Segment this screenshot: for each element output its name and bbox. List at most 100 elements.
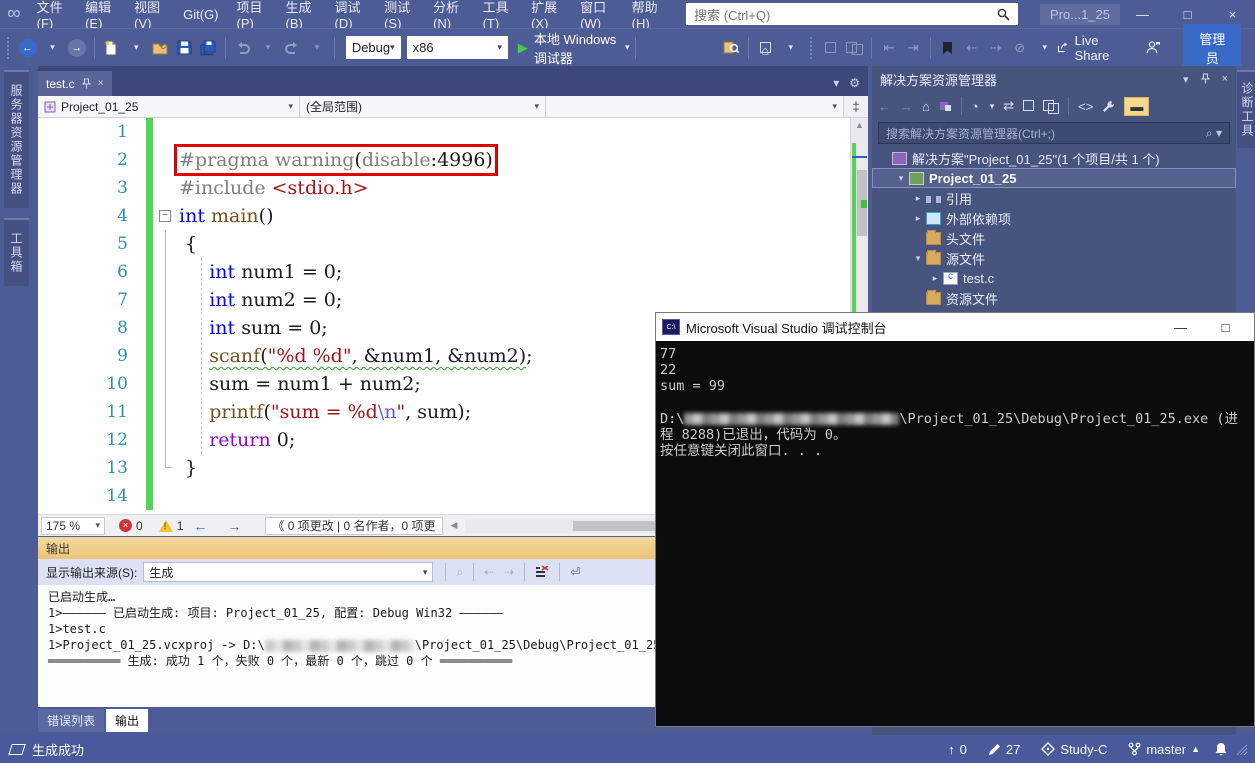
solution-platform-select[interactable]: x86▾ xyxy=(407,36,508,59)
repository-selector[interactable]: Study-C xyxy=(1034,742,1114,757)
type-scope-select[interactable]: (全局范围)▾ xyxy=(300,96,546,117)
code-line-4[interactable]: 4−int main() xyxy=(38,202,868,230)
se-copy-icon[interactable] xyxy=(1043,99,1059,114)
menu-item[interactable]: 编辑(E) xyxy=(76,0,125,28)
se-collapse-all-icon[interactable] xyxy=(1023,99,1034,114)
solution-explorer-home-icon[interactable]: ⌂ xyxy=(755,35,777,61)
console-minimize-button[interactable]: — xyxy=(1158,320,1203,335)
feedback-person-icon[interactable] xyxy=(1142,35,1164,61)
console-maximize-button[interactable]: □ xyxy=(1203,320,1248,335)
minimize-button[interactable]: — xyxy=(1120,0,1165,28)
menu-item[interactable]: 生成(B) xyxy=(277,0,326,28)
pin-icon[interactable] xyxy=(82,78,91,89)
prev-issue-icon[interactable]: ← xyxy=(193,518,207,534)
resize-grip[interactable] xyxy=(1235,743,1247,755)
code-line-1[interactable]: 1 xyxy=(38,118,868,146)
solution-search-icon[interactable]: ⌕ ▾ xyxy=(1206,126,1222,141)
new-file-dropdown[interactable]: ▾ xyxy=(125,35,147,61)
se-show-all-files-toggle[interactable]: ▬ xyxy=(1124,97,1149,116)
previous-bookmark-icon[interactable]: ⇠ xyxy=(961,35,983,61)
tree-expander-icon[interactable]: ▾ xyxy=(895,173,907,184)
start-debugging-button[interactable]: ▶ 本地 Windows 调试器 ▾ xyxy=(518,29,630,67)
code-line-6[interactable]: 6 int num1 = 0; xyxy=(38,258,868,286)
next-message-icon[interactable]: ⇢ xyxy=(504,565,514,579)
menu-item[interactable]: 调试(D) xyxy=(326,0,376,28)
error-count[interactable]: 0 xyxy=(136,519,143,533)
console-output[interactable]: 7722sum = 99 D:\\Project_01_25\Debug\Pro… xyxy=(656,341,1254,459)
panel-pin-icon[interactable] xyxy=(1201,73,1210,84)
navigate-back-dropdown[interactable]: ▾ xyxy=(42,35,64,61)
increase-indent-icon[interactable]: ⇥ xyxy=(902,35,924,61)
new-file-icon[interactable] xyxy=(100,35,122,61)
panel-close-icon[interactable]: × xyxy=(1222,73,1228,86)
solution-configuration-select[interactable]: Debug▾ xyxy=(346,36,401,59)
decrease-indent-icon[interactable]: ⇤ xyxy=(878,35,900,61)
admin-badge-button[interactable]: 管理员 xyxy=(1183,24,1241,72)
menu-item[interactable]: 分析(N) xyxy=(424,0,474,28)
live-share-button[interactable]: Live Share xyxy=(1057,33,1121,63)
menu-item[interactable]: 项目(P) xyxy=(228,0,277,28)
tool-window-tab[interactable]: 工具箱 xyxy=(4,218,29,286)
se-switch-views-icon[interactable] xyxy=(939,100,952,112)
find-message-icon[interactable]: ⌕ xyxy=(456,565,463,580)
tab-close-icon[interactable]: × xyxy=(98,78,104,89)
search-icon[interactable] xyxy=(997,8,1010,21)
code-line-7[interactable]: 7 int num2 = 0; xyxy=(38,286,868,314)
tree-item[interactable]: 资源文件 xyxy=(872,288,1236,308)
menu-item[interactable]: 帮助(H) xyxy=(623,0,673,28)
code-line-3[interactable]: 3#include <stdio.h> xyxy=(38,174,868,202)
code-line-2[interactable]: 2#pragma warning(disable:4996) xyxy=(38,146,868,174)
scroll-left-icon[interactable]: ◀ xyxy=(451,520,458,531)
window-options-gear-icon[interactable]: ⚙ xyxy=(849,76,860,90)
bell-icon[interactable] xyxy=(1214,742,1228,757)
tree-item[interactable]: 解决方案"Project_01_25"(1 个项目/共 1 个) xyxy=(872,148,1236,168)
menu-item[interactable]: 工具(T) xyxy=(474,0,522,28)
se-back-icon[interactable]: ← xyxy=(878,99,891,114)
tree-item[interactable]: ▾源文件 xyxy=(872,248,1236,268)
split-window-handle[interactable]: ‡ xyxy=(844,96,868,117)
bottom-tab-inactive[interactable]: 错误列表 xyxy=(38,709,104,732)
se-home-icon[interactable]: ⌂ xyxy=(922,99,930,114)
tree-expander-icon[interactable]: ▾ xyxy=(912,253,924,264)
menu-item[interactable]: 文件(F) xyxy=(28,0,76,28)
bookmark-dropdown[interactable]: ▾ xyxy=(1034,35,1056,61)
toolbar-overflow-dropdown[interactable]: ▾ xyxy=(780,35,802,61)
fold-collapse-icon[interactable]: − xyxy=(159,210,171,222)
console-title-bar[interactable]: C:\ Microsoft Visual Studio 调试控制台 — □ xyxy=(656,313,1254,341)
warning-count[interactable]: 1 xyxy=(177,519,184,533)
find-in-files-icon[interactable] xyxy=(720,35,742,61)
tool-window-tab[interactable]: 诊断工具 xyxy=(1237,70,1255,148)
project-scope-select[interactable]: Project_01_25▾ xyxy=(38,96,300,117)
error-count-icon[interactable]: × xyxy=(119,519,132,532)
active-files-dropdown-icon[interactable]: ▾ xyxy=(833,76,839,90)
tree-item[interactable]: ▾Project_01_25 xyxy=(872,168,1236,188)
clear-bookmarks-icon[interactable]: ⊘ xyxy=(1009,35,1031,61)
open-file-icon[interactable] xyxy=(149,35,171,61)
tree-item[interactable]: ▸外部依赖项 xyxy=(872,208,1236,228)
redo-dropdown[interactable]: ▾ xyxy=(306,35,328,61)
menu-item[interactable]: 扩展(X) xyxy=(522,0,571,28)
panel-options-dropdown-icon[interactable]: ▾ xyxy=(1183,73,1189,86)
copy-icon[interactable] xyxy=(843,35,865,61)
branch-selector[interactable]: master ▲ xyxy=(1121,742,1207,757)
se-sync-with-active-document-icon[interactable]: ⇄ xyxy=(1003,98,1014,114)
menu-item[interactable]: Git(G) xyxy=(174,0,227,28)
tree-item[interactable]: ▸引用 xyxy=(872,188,1236,208)
se-filter-dropdown-icon[interactable]: ▾ xyxy=(990,101,995,112)
solution-search-box[interactable]: 搜索解决方案资源管理器(Ctrl+;) ⌕ ▾ xyxy=(878,122,1230,144)
toolbar-grip[interactable] xyxy=(4,37,12,59)
clear-all-icon[interactable] xyxy=(535,566,549,578)
code-line-5[interactable]: 5 { xyxy=(38,230,868,258)
undo-icon[interactable] xyxy=(232,35,254,61)
undo-dropdown[interactable]: ▾ xyxy=(257,35,279,61)
next-bookmark-icon[interactable]: ⇢ xyxy=(985,35,1007,61)
se-forward-icon[interactable]: → xyxy=(900,99,913,114)
se-properties-wrench-icon[interactable] xyxy=(1102,100,1115,113)
quick-search-box[interactable]: 搜索 (Ctrl+Q) xyxy=(686,3,1018,25)
save-all-icon[interactable] xyxy=(197,35,219,61)
bottom-tab-active[interactable]: 输出 xyxy=(106,709,148,732)
properties-window-icon[interactable] xyxy=(819,35,841,61)
tree-expander-icon[interactable]: ▸ xyxy=(912,213,924,224)
tree-item[interactable]: ▸test.c xyxy=(872,268,1236,288)
menu-item[interactable]: 视图(V) xyxy=(125,0,174,28)
